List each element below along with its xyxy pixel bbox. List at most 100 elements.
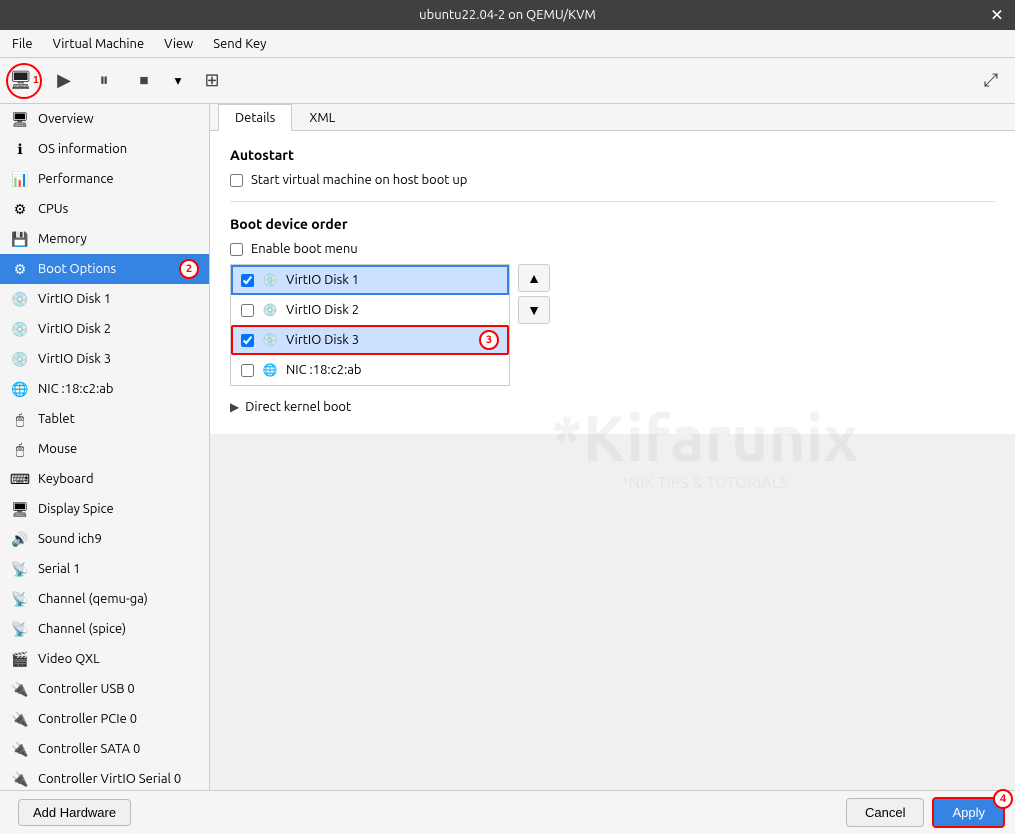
sidebar-item-memory[interactable]: 💾 Memory [0,224,209,254]
sidebar-label-controller-usb-0: Controller USB 0 [38,682,135,696]
close-button[interactable]: ✕ [987,6,1007,25]
sidebar-item-overview[interactable]: 🖥 Overview [0,104,209,134]
sidebar-label-channel-qemu-ga: Channel (qemu-ga) [38,592,148,606]
stop-button[interactable]: ⏹ [126,63,162,99]
boot-item-virtio-disk-1-label: VirtIO Disk 1 [286,273,359,287]
sidebar-item-virtio-disk-3[interactable]: 💿 VirtIO Disk 3 [0,344,209,374]
performance-icon: 📊 [10,169,30,189]
virtio-disk-3-boot-icon: 💿 [262,332,278,348]
tab-details[interactable]: Details [218,104,292,131]
sidebar-label-virtio-disk-3: VirtIO Disk 3 [38,352,111,366]
cpus-icon: ⚙ [10,199,30,219]
sidebar-item-virtio-disk-2[interactable]: 💿 VirtIO Disk 2 [0,314,209,344]
sidebar-item-controller-usb-0[interactable]: 🔌 Controller USB 0 [0,674,209,704]
apply-label: Apply [952,805,985,820]
boot-item-virtio-disk-2-checkbox[interactable] [241,304,254,317]
enable-boot-menu-checkbox[interactable] [230,243,243,256]
move-down-button[interactable]: ▼ [518,296,550,324]
sidebar-label-performance: Performance [38,172,114,186]
sidebar-label-serial-1: Serial 1 [38,562,80,576]
direct-kernel-boot-expander[interactable]: ▶ Direct kernel boot [230,396,995,418]
nic-icon: 🌐 [10,379,30,399]
run-button[interactable]: ▶ [46,63,82,99]
boot-options-badge: 2 [179,259,199,279]
sidebar-item-virtio-disk-1[interactable]: 💿 VirtIO Disk 1 [0,284,209,314]
vm-icon-button[interactable]: 🖥1 [6,63,42,99]
sidebar-item-tablet[interactable]: 🖱 Tablet [0,404,209,434]
titlebar-title: ubuntu22.04-2 on QEMU/KVM [419,8,596,22]
sidebar-label-controller-sata-0: Controller SATA 0 [38,742,140,756]
divider-1 [230,201,995,202]
apply-button[interactable]: Apply 4 [932,797,1005,828]
boot-item-nic-label: NIC :18:c2:ab [286,363,361,377]
sidebar-item-video-qxl[interactable]: 🎬 Video QXL [0,644,209,674]
boot-item-virtio-disk-3[interactable]: 💿 VirtIO Disk 3 3 [231,325,509,355]
boot-item-virtio-disk-1-checkbox[interactable] [241,274,254,287]
sidebar-item-channel-spice[interactable]: 📡 Channel (spice) [0,614,209,644]
menu-virtual-machine[interactable]: Virtual Machine [45,34,153,54]
sidebar-item-serial-1[interactable]: 📡 Serial 1 [0,554,209,584]
content-area: Details XML Autostart Start virtual mach… [210,104,1015,434]
tabs-bar: Details XML [210,104,1015,131]
autostart-checkbox[interactable] [230,174,243,187]
sidebar: 🖥 Overview ℹ OS information 📊 Performanc… [0,104,210,790]
sidebar-item-keyboard[interactable]: ⌨ Keyboard [0,464,209,494]
sidebar-item-sound-ich9[interactable]: 🔊 Sound ich9 [0,524,209,554]
usb-0-icon: 🔌 [10,679,30,699]
dropdown-button[interactable]: ▾ [166,63,190,99]
screenshot-button[interactable]: ⊞ [194,63,230,99]
sidebar-item-boot-options[interactable]: ⚙ Boot Options 2 [0,254,209,284]
sidebar-item-cpus[interactable]: ⚙ CPUs [0,194,209,224]
sidebar-item-controller-pcie-0[interactable]: 🔌 Controller PCIe 0 [0,704,209,734]
apply-badge: 4 [993,789,1013,809]
watermark-sub: *NIX TIPS & TUTORIALS [551,474,858,492]
autostart-section-title: Autostart [230,147,995,163]
sidebar-item-controller-virtio-serial-0[interactable]: 🔌 Controller VirtIO Serial 0 [0,764,209,790]
boot-options-icon: ⚙ [10,259,30,279]
bottom-bar: Add Hardware Cancel Apply 4 [0,790,1015,834]
boot-item-virtio-disk-2-label: VirtIO Disk 2 [286,303,359,317]
boot-item-3-badge: 3 [479,330,499,350]
menu-send-key[interactable]: Send Key [205,34,274,54]
sidebar-item-controller-sata-0[interactable]: 🔌 Controller SATA 0 [0,734,209,764]
boot-order-arrows: ▲ ▼ [518,264,550,324]
boot-device-list: 💿 VirtIO Disk 1 💿 VirtIO Disk 2 💿 [230,264,510,386]
add-hardware-button[interactable]: Add Hardware [18,799,131,826]
boot-item-virtio-disk-3-checkbox[interactable] [241,334,254,347]
sidebar-item-nic[interactable]: 🌐 NIC :18:c2:ab [0,374,209,404]
sidebar-item-performance[interactable]: 📊 Performance [0,164,209,194]
move-up-button[interactable]: ▲ [518,264,550,292]
sidebar-label-controller-pcie-0: Controller PCIe 0 [38,712,137,726]
pause-button[interactable]: ⏸ [86,63,122,99]
virtio-serial-icon: 🔌 [10,769,30,789]
sidebar-item-os-information[interactable]: ℹ OS information [0,134,209,164]
boot-item-virtio-disk-2[interactable]: 💿 VirtIO Disk 2 [231,295,509,325]
boot-item-virtio-disk-1[interactable]: 💿 VirtIO Disk 1 [231,265,509,295]
serial-icon: 📡 [10,559,30,579]
video-icon: 🎬 [10,649,30,669]
sidebar-label-overview: Overview [38,112,94,126]
enable-boot-menu-label: Enable boot menu [251,242,358,256]
memory-icon: 💾 [10,229,30,249]
sidebar-label-cpus: CPUs [38,202,68,216]
sidebar-item-display-spice[interactable]: 🖥 Display Spice [0,494,209,524]
sidebar-item-mouse[interactable]: 🖱 Mouse [0,434,209,464]
virtio-disk-1-boot-icon: 💿 [262,272,278,288]
keyboard-icon: ⌨ [10,469,30,489]
boot-item-nic[interactable]: 🌐 NIC :18:c2:ab [231,355,509,385]
sidebar-label-boot-options: Boot Options [38,262,116,276]
menu-view[interactable]: View [156,34,201,54]
cancel-button[interactable]: Cancel [846,798,924,827]
overview-icon: 🖥 [10,109,30,129]
menu-file[interactable]: File [4,34,41,54]
channel-spice-icon: 📡 [10,619,30,639]
content-wrapper: Details XML Autostart Start virtual mach… [210,104,1015,790]
tab-xml[interactable]: XML [292,104,352,131]
sidebar-label-tablet: Tablet [38,412,75,426]
sidebar-label-virtio-disk-2: VirtIO Disk 2 [38,322,111,336]
boot-item-nic-checkbox[interactable] [241,364,254,377]
sidebar-item-channel-qemu-ga[interactable]: 📡 Channel (qemu-ga) [0,584,209,614]
sidebar-label-sound-ich9: Sound ich9 [38,532,102,546]
sound-icon: 🔊 [10,529,30,549]
fullscreen-button[interactable]: ⤢ [973,63,1009,99]
